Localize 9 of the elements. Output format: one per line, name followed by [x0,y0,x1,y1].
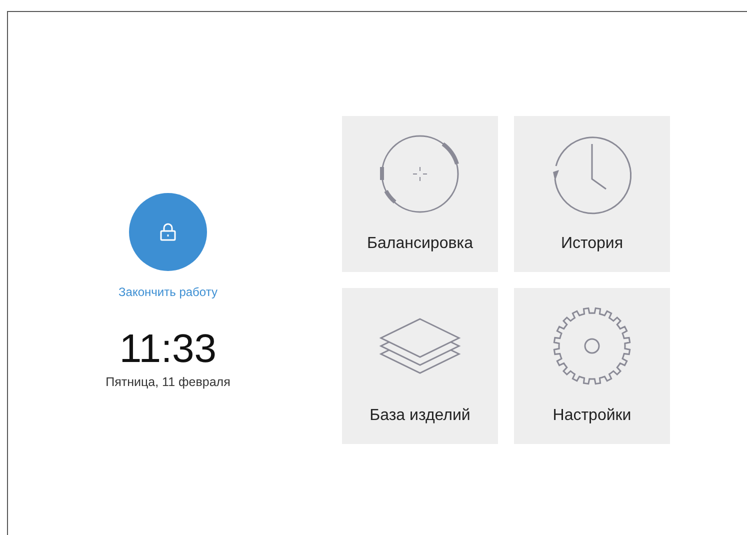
menu-tile[interactable]: База изделий [342,288,498,444]
menu-tile[interactable]: История [514,116,670,272]
wheel-target-icon [378,133,462,215]
menu-tile[interactable]: Балансировка [342,116,498,272]
date-text: Пятница, 11 февраля [106,374,230,391]
clock-time: 11:33 [119,327,217,371]
layers-icon [379,317,461,375]
lock-icon [160,223,176,241]
menu-tile[interactable]: Настройки [514,288,670,444]
